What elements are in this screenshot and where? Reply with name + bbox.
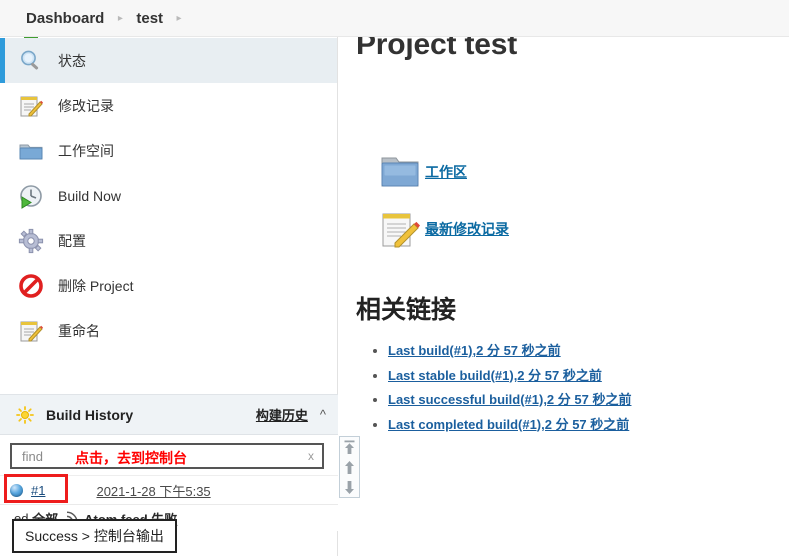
related-links-title: 相关链接 bbox=[356, 296, 457, 324]
action-workspace[interactable]: 工作区 bbox=[379, 152, 509, 192]
blue-ball-icon bbox=[10, 483, 23, 497]
related-link[interactable]: Last build(#1),2 分 57 秒之前 bbox=[388, 343, 561, 358]
list-item: Last build(#1),2 分 57 秒之前 bbox=[388, 340, 631, 359]
scroll-up-icon[interactable] bbox=[343, 460, 356, 475]
gear-icon bbox=[18, 228, 44, 254]
build-row[interactable]: #1 2021-1-28 下午5:35 bbox=[0, 474, 338, 504]
sidebar-item-workspace[interactable]: 工作空间 bbox=[0, 128, 337, 173]
scroll-down-icon[interactable] bbox=[343, 480, 356, 495]
build-history-localized-link[interactable]: 构建历史 bbox=[256, 405, 308, 424]
build-timestamp-link[interactable]: 2021-1-28 下午5:35 bbox=[96, 481, 210, 500]
breadcrumb-item-dashboard[interactable]: Dashboard bbox=[26, 10, 104, 27]
sidebar-item-label: 配置 bbox=[58, 232, 86, 249]
notepad-pencil-icon bbox=[379, 209, 421, 249]
build-history-body: x 点击，去到控制台 #1 2021-1-28 下午5:35 ed 全部 Ato bbox=[0, 435, 338, 531]
chevron-up-icon[interactable]: ^ bbox=[320, 407, 326, 422]
notepad-pencil-icon bbox=[18, 318, 44, 344]
sidebar-item-label: 工作空间 bbox=[58, 142, 114, 159]
build-history-scroller[interactable] bbox=[339, 436, 360, 498]
list-item: Last completed build(#1),2 分 57 秒之前 bbox=[388, 414, 631, 433]
sidebar-item-status[interactable]: 状态 bbox=[0, 38, 337, 83]
action-label[interactable]: 最新修改记录 bbox=[425, 219, 509, 239]
folder-icon bbox=[379, 152, 421, 192]
build-history-find-row: x 点击，去到控制台 bbox=[0, 435, 338, 475]
status-tooltip: Success > 控制台输出 bbox=[12, 519, 177, 553]
sun-icon bbox=[16, 405, 34, 424]
sidebar-item-configure[interactable]: 配置 bbox=[0, 218, 337, 263]
sidebar-item-label: 删除 Project bbox=[58, 277, 134, 294]
build-list: #1 2021-1-28 下午5:35 bbox=[0, 474, 338, 504]
list-item: Last stable build(#1),2 分 57 秒之前 bbox=[388, 365, 631, 384]
notepad-pencil-icon bbox=[18, 93, 44, 119]
scroll-to-top-icon[interactable] bbox=[343, 440, 356, 455]
find-box[interactable]: x bbox=[10, 443, 324, 469]
sidebar-item-rename[interactable]: 重命名 bbox=[0, 308, 337, 353]
magnifier-icon bbox=[18, 48, 44, 74]
related-links-list: Last build(#1),2 分 57 秒之前 Last stable bu… bbox=[356, 340, 631, 438]
list-item: Last successful build(#1),2 分 57 秒之前 bbox=[388, 389, 631, 408]
sidebar-item-label: 状态 bbox=[58, 52, 86, 69]
sidebar-item-label: 修改记录 bbox=[58, 97, 114, 114]
project-actions: 工作区 最新修改记录 bbox=[379, 152, 509, 266]
build-history-panel: Build History 构建历史 ^ x 点击，去到控制台 #1 2021-… bbox=[0, 394, 338, 531]
sidebar-item-delete-project[interactable]: 删除 Project bbox=[0, 263, 337, 308]
build-history-header[interactable]: Build History 构建历史 ^ bbox=[0, 394, 338, 435]
breadcrumb-separator-icon: ▸ bbox=[176, 12, 182, 24]
no-entry-icon bbox=[18, 273, 44, 299]
breadcrumb-separator-icon: ▸ bbox=[117, 12, 123, 24]
page-title: Project test bbox=[356, 37, 517, 61]
sidebar-item-label: Build Now bbox=[58, 187, 122, 204]
related-link[interactable]: Last stable build(#1),2 分 57 秒之前 bbox=[388, 368, 602, 383]
related-link[interactable]: Last completed build(#1),2 分 57 秒之前 bbox=[388, 417, 629, 432]
sidebar-item-changes[interactable]: 修改记录 bbox=[0, 83, 337, 128]
search-input[interactable] bbox=[20, 447, 264, 465]
clock-play-icon bbox=[18, 183, 44, 209]
breadcrumb-item-test[interactable]: test bbox=[136, 10, 163, 27]
clear-icon[interactable]: x bbox=[308, 449, 314, 463]
build-number-link[interactable]: #1 bbox=[31, 483, 45, 498]
sidebar-item-build-now[interactable]: Build Now bbox=[0, 173, 337, 218]
breadcrumb: Dashboard ▸ test ▸ bbox=[0, 0, 789, 37]
sidebar-item-label: 重命名 bbox=[58, 322, 100, 339]
action-recent-changes[interactable]: 最新修改记录 bbox=[379, 209, 509, 249]
folder-icon bbox=[18, 138, 44, 164]
build-history-title: Build History bbox=[46, 406, 134, 423]
main-content: Project test 工作区 最新修改记录 相关链接 • Last buil… bbox=[339, 37, 789, 556]
action-label[interactable]: 工作区 bbox=[425, 162, 467, 182]
related-link[interactable]: Last successful build(#1),2 分 57 秒之前 bbox=[388, 392, 631, 407]
